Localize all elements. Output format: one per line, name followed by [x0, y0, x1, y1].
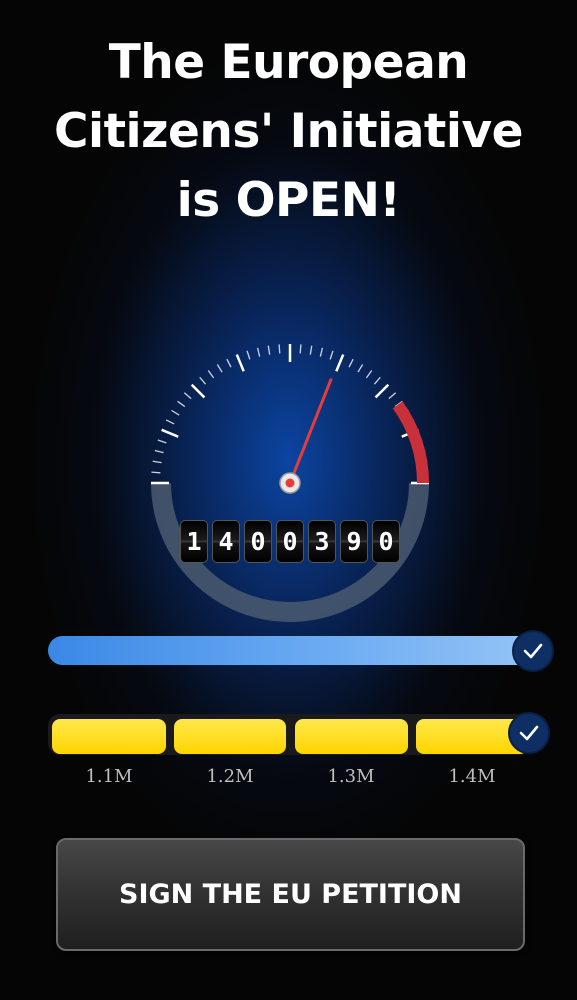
gauge-minor-tick	[177, 400, 186, 408]
gauge-hub-center	[285, 478, 295, 488]
gauge-minor-tick	[199, 376, 207, 385]
gauge-red-zone-arc	[392, 401, 429, 484]
gauge-minor-tick	[299, 344, 302, 354]
milestone-label: 1.3M	[327, 766, 375, 787]
gauge-major-tick	[374, 383, 390, 399]
gauge-major-tick	[235, 354, 245, 372]
gauge-minor-tick	[319, 347, 324, 357]
gauge-minor-tick	[151, 471, 161, 474]
counter-digit: 9	[340, 520, 368, 563]
gauge-minor-tick	[246, 350, 251, 360]
gauge-minor-tick	[388, 392, 397, 400]
counter-digit: 3	[308, 520, 336, 563]
gauge-red-zone	[392, 401, 429, 484]
gauge-minor-tick	[309, 345, 313, 355]
counter-digit: 1	[180, 520, 208, 563]
gauge-major-tick	[190, 383, 206, 399]
progress-bar	[48, 636, 534, 665]
signature-counter: 1 4 0 0 3 9 0	[180, 520, 400, 563]
milestone-bar	[48, 714, 532, 755]
milestone-check-badge	[508, 712, 550, 754]
progress-fill	[48, 636, 534, 665]
gauge-minor-tick	[216, 364, 223, 373]
check-icon	[519, 725, 539, 741]
gauge-ticks	[151, 344, 429, 485]
counter-digit: 0	[372, 520, 400, 563]
gauge-minor-tick	[165, 419, 175, 425]
milestone-label: 1.2M	[206, 766, 254, 787]
counter-digit: 0	[276, 520, 304, 563]
gauge-minor-tick	[373, 376, 381, 385]
counter-digit: 4	[212, 520, 240, 563]
gauge-minor-tick	[267, 345, 271, 355]
milestone-segment	[295, 719, 408, 754]
gauge-minor-tick	[226, 358, 232, 368]
gauge-major-tick	[335, 354, 345, 372]
gauge-minor-tick	[207, 370, 215, 379]
gauge-minor-tick	[183, 392, 192, 400]
gauge-minor-tick	[278, 344, 281, 354]
gauge-minor-tick	[357, 364, 364, 373]
milestone-label: 1.1M	[85, 766, 133, 787]
sign-petition-button[interactable]: SIGN THE EU PETITION	[56, 838, 525, 951]
gauge-minor-tick	[171, 409, 180, 416]
gauge-minor-tick	[154, 449, 164, 454]
gauge-minor-tick	[365, 370, 373, 379]
gauge-minor-tick	[256, 347, 261, 357]
gauge-minor-tick	[348, 358, 354, 368]
milestone-label: 1.4M	[448, 766, 496, 787]
milestone-segment	[174, 719, 286, 754]
progress-check-badge	[512, 630, 554, 672]
gauge-minor-tick	[157, 439, 167, 444]
gauge-minor-tick	[329, 350, 334, 360]
counter-digit: 0	[244, 520, 272, 563]
gauge-minor-tick	[152, 460, 162, 464]
gauge-needle	[288, 378, 333, 485]
milestone-segment	[52, 719, 166, 754]
gauge-major-tick	[161, 428, 179, 438]
check-icon	[523, 643, 543, 659]
